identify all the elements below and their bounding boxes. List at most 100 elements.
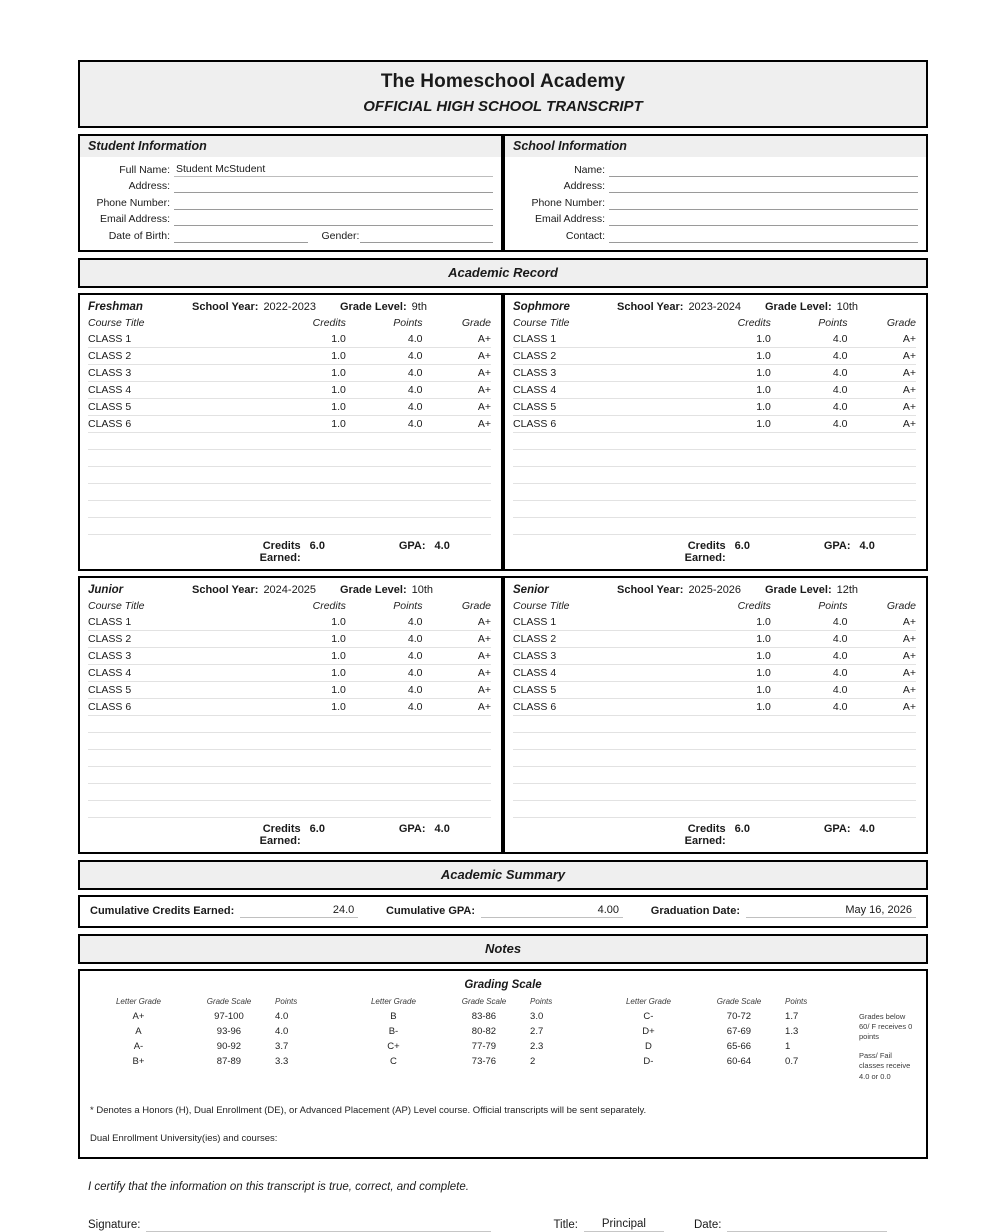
course-row-empty[interactable] — [88, 749, 491, 767]
course-table-header: Course Title Credits Points Grade — [513, 316, 916, 331]
term-school-year: School Year: 2025-2026 — [617, 584, 765, 596]
course-credits: 1.0 — [694, 330, 771, 348]
course-row-empty[interactable] — [88, 466, 491, 484]
school-name: The Homeschool Academy — [380, 71, 626, 92]
course-points: 4.0 — [345, 415, 423, 433]
student-phone-field[interactable]: Phone Number: — [86, 193, 493, 210]
course-row[interactable]: CLASS 3 1.0 4.0 A+ — [513, 647, 916, 665]
grading-side-notes: Grades below 60/ F receives 0 points Pas… — [855, 996, 916, 1091]
term-footer: Credits Earned: 6.0 GPA: 4.0 — [88, 818, 491, 847]
course-row-empty[interactable] — [513, 517, 916, 535]
course-row-empty[interactable] — [88, 483, 491, 501]
course-row-empty[interactable] — [513, 783, 916, 801]
course-row-empty[interactable] — [88, 766, 491, 784]
course-row-empty[interactable] — [88, 517, 491, 535]
course-row[interactable]: CLASS 2 1.0 4.0 A+ — [513, 347, 916, 365]
course-row-empty[interactable] — [88, 500, 491, 518]
grading-scale-column-2: Letter Grade Grade Scale Points B 83-86 3.0 B-… — [345, 996, 600, 1069]
course-row-empty[interactable] — [513, 466, 916, 484]
credits-earned-value: 6.0 — [309, 822, 325, 835]
school-name-value[interactable] — [609, 175, 918, 177]
grading-points: 1.7 — [785, 1010, 799, 1022]
course-points: 4.0 — [770, 398, 848, 416]
school-address-field[interactable]: Address: — [511, 177, 918, 194]
course-row[interactable]: CLASS 5 1.0 4.0 A+ — [88, 681, 491, 699]
student-gender-label: Gender: — [321, 229, 360, 242]
course-row-empty[interactable] — [513, 500, 916, 518]
course-row[interactable]: CLASS 2 1.0 4.0 A+ — [88, 630, 491, 648]
course-row[interactable]: CLASS 2 1.0 4.0 A+ — [513, 630, 916, 648]
course-row-empty[interactable] — [88, 732, 491, 750]
header-grade: Grade — [886, 599, 916, 612]
student-dob-value[interactable] — [174, 241, 308, 243]
course-row-empty[interactable] — [513, 432, 916, 450]
course-row-empty[interactable] — [88, 783, 491, 801]
course-title: CLASS 2 — [513, 347, 695, 365]
grading-header-row: Letter Grade Grade Scale Points — [600, 996, 855, 1009]
student-address-value[interactable] — [174, 192, 493, 194]
school-phone-field[interactable]: Phone Number: — [511, 193, 918, 210]
student-email-value[interactable] — [174, 225, 493, 227]
course-row-empty[interactable] — [513, 483, 916, 501]
course-row[interactable]: CLASS 5 1.0 4.0 A+ — [88, 398, 491, 416]
grading-scale-range: 60-64 — [726, 1055, 752, 1067]
course-row[interactable]: CLASS 4 1.0 4.0 A+ — [88, 664, 491, 682]
term-header: Junior School Year: 2024-2025 Grade Level: 1… — [88, 584, 491, 596]
cumulative-credits-label: Cumulative Credits Earned: — [90, 904, 235, 917]
gpa-label: GPA: — [398, 822, 426, 835]
grading-scale-table: Letter Grade Grade Scale Points C- 70-72 1.7 D… — [600, 996, 855, 1069]
course-row-empty[interactable] — [88, 432, 491, 450]
school-email-value[interactable] — [609, 225, 918, 227]
grading-scale-column-1: Letter Grade Grade Scale Points A+ 97-100 4.0… — [90, 996, 345, 1069]
course-row-empty[interactable] — [513, 449, 916, 467]
student-dob-gender-field[interactable]: Date of Birth: Gender: — [86, 226, 493, 243]
course-row-empty[interactable] — [88, 449, 491, 467]
student-gender-value[interactable] — [359, 241, 493, 243]
grading-side-note-1: Grades below 60/ F receives 0 points — [859, 1011, 913, 1042]
student-phone-value[interactable] — [174, 208, 493, 210]
course-row[interactable]: CLASS 5 1.0 4.0 A+ — [513, 681, 916, 699]
course-row[interactable]: CLASS 4 1.0 4.0 A+ — [88, 381, 491, 399]
course-row[interactable]: CLASS 1 1.0 4.0 A+ — [88, 330, 491, 348]
course-title: CLASS 6 — [88, 698, 270, 716]
course-row[interactable]: CLASS 6 1.0 4.0 A+ — [88, 698, 491, 716]
school-contact-value[interactable] — [609, 241, 918, 243]
course-row[interactable]: CLASS 3 1.0 4.0 A+ — [88, 647, 491, 665]
course-row[interactable]: CLASS 6 1.0 4.0 A+ — [513, 415, 916, 433]
course-row[interactable]: CLASS 4 1.0 4.0 A+ — [513, 664, 916, 682]
course-row[interactable]: CLASS 6 1.0 4.0 A+ — [513, 698, 916, 716]
school-contact-field[interactable]: Contact: — [511, 226, 918, 243]
course-row[interactable]: CLASS 1 1.0 4.0 A+ — [513, 613, 916, 631]
course-row[interactable]: CLASS 2 1.0 4.0 A+ — [88, 347, 491, 365]
grading-letter: C+ — [387, 1040, 400, 1052]
title-value[interactable]: Principal — [583, 1217, 664, 1232]
course-row[interactable]: CLASS 3 1.0 4.0 A+ — [513, 364, 916, 382]
course-row[interactable]: CLASS 3 1.0 4.0 A+ — [88, 364, 491, 382]
student-full-name-field[interactable]: Full Name: Student McStudent — [86, 160, 493, 177]
course-row[interactable]: CLASS 5 1.0 4.0 A+ — [513, 398, 916, 416]
student-email-field[interactable]: Email Address: — [86, 210, 493, 227]
course-row-empty[interactable] — [513, 800, 916, 818]
course-row[interactable]: CLASS 1 1.0 4.0 A+ — [88, 613, 491, 631]
course-row-empty[interactable] — [513, 766, 916, 784]
student-address-field[interactable]: Address: — [86, 177, 493, 194]
course-credits: 1.0 — [694, 630, 771, 648]
course-row-empty[interactable] — [513, 749, 916, 767]
course-row[interactable]: CLASS 1 1.0 4.0 A+ — [513, 330, 916, 348]
school-address-value[interactable] — [609, 192, 918, 194]
student-full-name-value[interactable]: Student McStudent — [174, 163, 493, 177]
grading-scale-title: Grading Scale — [464, 978, 542, 991]
school-email-field[interactable]: Email Address: — [511, 210, 918, 227]
course-row[interactable]: CLASS 6 1.0 4.0 A+ — [88, 415, 491, 433]
school-year-label: School Year: — [617, 300, 684, 313]
course-row-empty[interactable] — [88, 715, 491, 733]
grading-row: C+ 77-79 2.3 — [345, 1039, 600, 1054]
grading-points: 0.7 — [785, 1055, 799, 1067]
course-grade: A+ — [847, 664, 916, 682]
course-row-empty[interactable] — [88, 800, 491, 818]
course-row-empty[interactable] — [513, 732, 916, 750]
school-phone-value[interactable] — [609, 208, 918, 210]
course-row-empty[interactable] — [513, 715, 916, 733]
school-name-field[interactable]: Name: — [511, 160, 918, 177]
course-row[interactable]: CLASS 4 1.0 4.0 A+ — [513, 381, 916, 399]
